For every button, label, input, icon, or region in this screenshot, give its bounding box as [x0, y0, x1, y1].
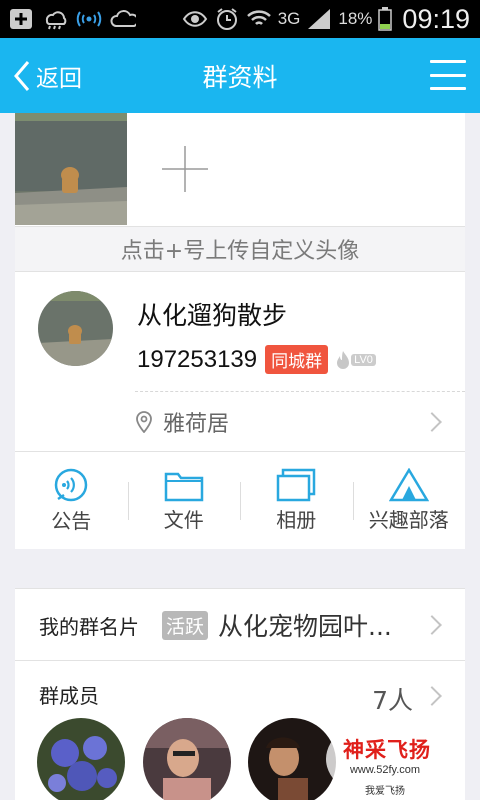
menu-button[interactable] [430, 60, 466, 90]
group-id: 197253139 [137, 345, 258, 373]
member-avatar[interactable] [37, 718, 125, 800]
announcement-button[interactable]: 公告 [15, 452, 128, 549]
back-chevron-icon [14, 60, 30, 91]
location-pin-icon [136, 411, 152, 433]
plus-icon [162, 146, 208, 192]
group-actions: 公告 文件 相册 兴趣部落 [15, 451, 465, 549]
group-photo-strip [15, 113, 465, 226]
group-avatar[interactable] [38, 291, 113, 366]
flame-icon [337, 350, 350, 369]
action-label: 兴趣部落 [368, 508, 449, 532]
files-button[interactable]: 文件 [127, 452, 241, 549]
menu-line [430, 60, 466, 63]
nav-bar: 返回 群资料 [0, 38, 480, 113]
wifi-icon [246, 8, 272, 30]
action-label: 相册 [276, 508, 317, 532]
back-button[interactable]: 返回 [12, 38, 82, 113]
menu-line [430, 73, 466, 77]
watermark-logo: 神采飞扬 www.52fy.com 我爱飞扬 [326, 718, 444, 800]
alarm-icon [214, 8, 240, 30]
member-avatar[interactable] [248, 718, 336, 800]
chevron-right-icon [422, 615, 442, 635]
location-row[interactable]: 雅荷居 [135, 394, 465, 450]
upload-hint: 点击+号上传自定义头像 [15, 226, 465, 271]
location-text: 雅荷居 [163, 412, 230, 437]
weather-icon [42, 8, 68, 30]
group-info-card: 从化遛狗散步 197253139 同城群 LV0 雅荷居 [15, 271, 465, 451]
level-label: LV0 [351, 353, 376, 366]
album-button[interactable]: 相册 [240, 452, 353, 549]
member-avatar[interactable] [143, 718, 231, 800]
battery-icon [378, 7, 393, 31]
network-type: 3G [277, 9, 301, 28]
add-photo-button[interactable] [145, 119, 225, 219]
action-label: 文件 [163, 508, 204, 532]
member-count: 7人 [372, 686, 413, 715]
my-card-value: 从化宠物园叶... [218, 612, 392, 641]
tribe-tent-icon [388, 468, 429, 502]
chevron-right-icon [422, 412, 442, 432]
watermark-url: www.52fy.com [349, 764, 421, 776]
announcement-icon [55, 468, 88, 502]
eye-icon [182, 8, 208, 30]
signal-icon [76, 8, 102, 30]
my-card-label: 我的群名片 [39, 614, 139, 639]
back-label: 返回 [36, 65, 82, 92]
active-tag: 活跃 [162, 611, 209, 640]
album-icon [277, 468, 316, 502]
my-group-card-row[interactable]: 我的群名片 活跃 从化宠物园叶... [15, 588, 465, 660]
action-label: 公告 [51, 509, 92, 533]
battery-percent: 18% [338, 9, 373, 28]
cell-signal-icon [306, 8, 332, 30]
interest-tribe-button[interactable]: 兴趣部落 [352, 452, 466, 549]
status-bar: 3G 18% 09:19 [0, 0, 480, 38]
group-photo[interactable] [15, 113, 127, 225]
cloud-icon [110, 8, 136, 30]
divider [135, 391, 465, 392]
clock: 09:19 [402, 3, 470, 34]
level-badge: LV0 [336, 350, 376, 370]
group-id-row: 197253139 同城群 LV0 [137, 345, 376, 374]
city-group-tag: 同城群 [265, 345, 329, 374]
group-name: 从化遛狗散步 [137, 301, 288, 330]
folder-icon [164, 472, 203, 502]
add-icon [8, 8, 34, 30]
watermark-subtitle: 我爱飞扬 [365, 786, 405, 797]
members-label: 群成员 [39, 683, 99, 708]
watermark-title: 神采飞扬 [343, 738, 431, 762]
chevron-right-icon [422, 686, 442, 706]
menu-line [430, 87, 466, 90]
